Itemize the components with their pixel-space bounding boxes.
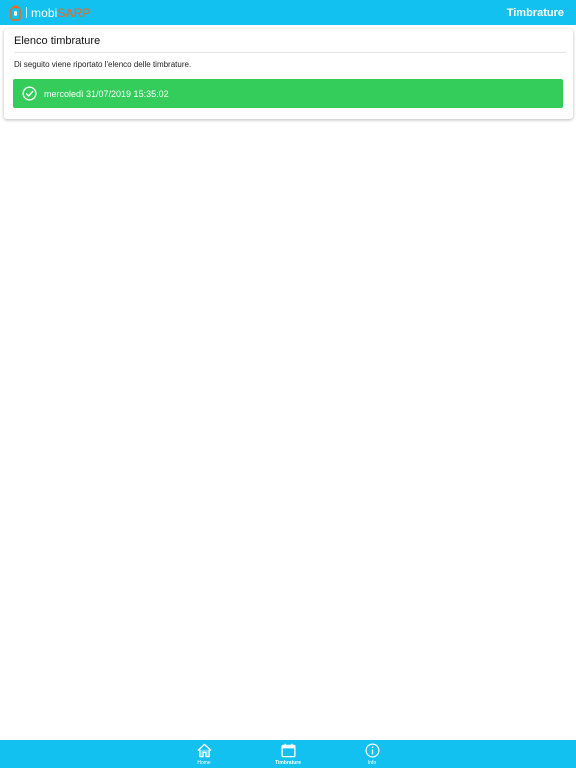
card-description: Di seguito viene riportato l'elenco dell… (14, 60, 192, 69)
check-circle-icon (22, 86, 37, 101)
badge-icon (10, 5, 21, 21)
home-icon (196, 743, 212, 758)
brand-separator (26, 7, 27, 18)
bottom-tab-bar: Home Timbrature Info (0, 740, 576, 768)
calendar-icon (280, 743, 296, 758)
tab-timbrature-label: Timbrature (274, 760, 302, 766)
info-icon (365, 743, 379, 758)
tab-home-label: Home (197, 760, 211, 766)
timbratura-item[interactable]: mercoledì 31/07/2019 15:35:02 (13, 79, 563, 108)
card-title: Elenco timbrature (14, 35, 101, 47)
timbrature-card: Elenco timbrature Di seguito viene ripor… (4, 29, 573, 119)
page-title: Timbrature (506, 6, 564, 19)
brand-name-part2: SARP (57, 5, 91, 20)
card-divider (14, 52, 566, 53)
timbratura-datetime: mercoledì 31/07/2019 15:35:02 (44, 88, 169, 99)
tab-home[interactable]: Home (174, 740, 234, 768)
tab-info[interactable]: Info (342, 740, 402, 768)
brand-name: mobiSARP (31, 6, 91, 20)
app-header: mobiSARP Timbrature (0, 0, 576, 25)
tab-timbrature[interactable]: Timbrature (258, 740, 318, 768)
brand-name-part1: mobi (31, 5, 58, 20)
brand-logo: mobiSARP (10, 0, 91, 25)
tab-info-label: Info (367, 760, 377, 766)
